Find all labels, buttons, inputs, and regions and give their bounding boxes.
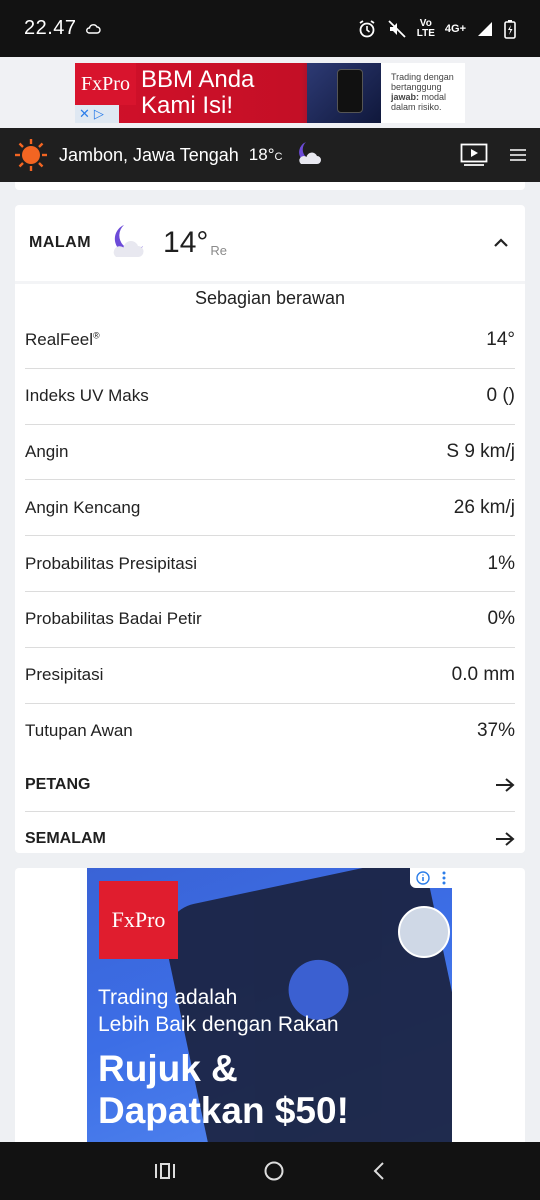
detail-value: 37% <box>476 720 515 742</box>
signal-icon <box>478 21 492 36</box>
ad-subline: Trading adalah Lebih Baik dengan Rakan <box>98 986 339 1036</box>
top-banner-ad[interactable]: FxPro BBM Anda Kami Isi! Trading dengan … <box>75 63 465 123</box>
night-temperature: 14° <box>163 226 209 259</box>
close-icon[interactable]: ✕ <box>79 106 90 122</box>
ad-phone-graphic <box>307 63 383 123</box>
header-temperature: 18°C <box>248 145 283 164</box>
adchoices-icon[interactable]: ▷ <box>94 106 104 122</box>
detail-row: Indeks UV Maks 0 () <box>25 369 515 425</box>
link-petang[interactable]: PETANG <box>25 759 515 813</box>
detail-label: RealFeel <box>25 330 94 350</box>
ad-headline: BBM Anda Kami Isi! <box>141 66 255 119</box>
detail-label: Angin <box>25 441 69 461</box>
moon-cloud-icon <box>299 142 322 164</box>
temperature-unit: Re <box>210 242 228 258</box>
info-icon[interactable] <box>416 871 430 885</box>
sun-logo-icon[interactable] <box>14 138 48 172</box>
detail-label: Presipitasi <box>25 665 104 685</box>
recent-apps-icon[interactable] <box>154 1161 176 1181</box>
registered-mark-icon: ® <box>93 330 100 341</box>
moon-cloud-icon <box>113 225 144 257</box>
location-name[interactable]: Jambon, Jawa Tengah <box>59 145 239 166</box>
detail-row: Probabilitas Presipitasi 1% <box>25 536 515 592</box>
arrow-right-icon <box>496 778 515 793</box>
ad-disclaimer: Trading dengan bertanggung jawab: modal … <box>381 63 465 123</box>
more-vert-icon[interactable] <box>442 871 446 885</box>
arrow-right-icon <box>496 832 515 846</box>
system-nav-bar <box>0 1142 540 1200</box>
link-label: SEMALAM <box>25 829 106 847</box>
ad-info-button[interactable] <box>410 868 452 888</box>
status-bar: 22.47 Vo LTE 4G+ <box>0 0 540 57</box>
detail-label: Probabilitas Badai Petir <box>25 609 202 629</box>
ad-choices-button[interactable]: ✕ ▷ <box>75 105 119 123</box>
battery-icon <box>504 19 516 39</box>
chevron-up-icon[interactable] <box>491 233 511 253</box>
weather-phrase: Sebagian berawan <box>194 288 346 308</box>
detail-row: Tutupan Awan 37% <box>25 704 515 760</box>
network-type-label: 4G+ <box>444 22 466 35</box>
cloud-icon <box>85 23 101 34</box>
app-header: Jambon, Jawa Tengah 18°C <box>0 128 540 182</box>
detail-value: 14° <box>486 329 515 351</box>
menu-icon[interactable] <box>510 148 526 162</box>
ad-headline: Rujuk & Dapatkan $50! <box>98 1048 349 1131</box>
ad-logo: FxPro <box>99 881 178 959</box>
previous-card-edge <box>15 182 525 190</box>
detail-value: 1% <box>487 552 515 574</box>
details-list: RealFeel® 14° Indeks UV Maks 0 () Angin S 9… <box>15 313 525 759</box>
bottom-ad-container: FxPro Trading adalah Lebih Baik dengan R… <box>15 868 525 1148</box>
ad-avatar <box>398 906 450 958</box>
volte-indicator: Vo LTE <box>416 17 435 39</box>
detail-label: Indeks UV Maks <box>25 386 149 406</box>
bottom-banner-ad[interactable]: FxPro Trading adalah Lebih Baik dengan R… <box>87 868 452 1142</box>
top-ad-area: FxPro BBM Anda Kami Isi! Trading dengan … <box>0 57 540 128</box>
detail-label: Angin Kencang <box>25 497 141 517</box>
status-time: 22.47 <box>24 17 77 39</box>
detail-row: Angin S 9 km/j <box>25 425 515 481</box>
detail-value: 0 () <box>486 385 516 407</box>
link-semalam[interactable]: SEMALAM <box>25 812 515 865</box>
detail-row: Probabilitas Badai Petir 0% <box>25 592 515 648</box>
detail-value: S 9 km/j <box>446 440 515 462</box>
night-forecast-card: MALAM 14° Re Sebagian berawan RealFeel® 1… <box>15 205 525 853</box>
detail-row: RealFeel® 14° <box>25 313 515 369</box>
mute-icon <box>388 19 406 38</box>
detail-row: Presipitasi 0.0 mm <box>25 648 515 704</box>
detail-row: Angin Kencang 26 km/j <box>25 480 515 537</box>
back-icon[interactable] <box>372 1160 386 1182</box>
home-icon[interactable] <box>263 1160 285 1182</box>
detail-value: 26 km/j <box>453 496 515 518</box>
detail-label: Tutupan Awan <box>25 721 133 741</box>
link-label: PETANG <box>25 776 91 794</box>
period-label: MALAM <box>29 234 92 251</box>
alarm-icon <box>359 19 375 37</box>
ad-logo: FxPro <box>75 63 136 105</box>
detail-label: Probabilitas Presipitasi <box>25 553 197 573</box>
night-card-header[interactable]: MALAM 14° Re <box>15 205 525 281</box>
detail-value: 0.0 mm <box>451 664 515 686</box>
detail-value: 0% <box>487 608 515 630</box>
video-play-icon[interactable] <box>460 143 488 167</box>
